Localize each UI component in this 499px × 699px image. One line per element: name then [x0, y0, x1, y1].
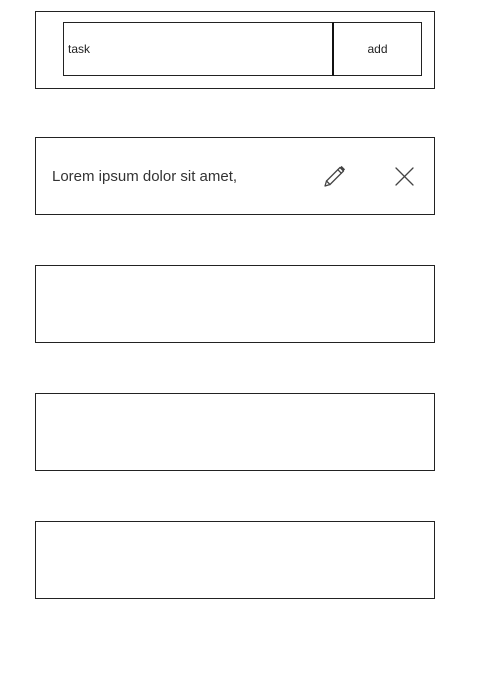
add-task-form: add — [35, 11, 435, 89]
edit-button[interactable] — [320, 163, 348, 191]
task-input-wrapper — [63, 22, 334, 76]
delete-button[interactable] — [390, 163, 418, 191]
task-item: Lorem ipsum dolor sit amet, — [35, 137, 435, 215]
add-button[interactable]: add — [334, 22, 422, 76]
task-item-text: Lorem ipsum dolor sit amet, — [52, 168, 238, 185]
pencil-icon — [324, 165, 346, 187]
task-item — [35, 393, 435, 471]
task-item — [35, 265, 435, 343]
task-item — [35, 521, 435, 599]
close-icon — [395, 167, 414, 186]
task-input[interactable] — [64, 23, 332, 75]
